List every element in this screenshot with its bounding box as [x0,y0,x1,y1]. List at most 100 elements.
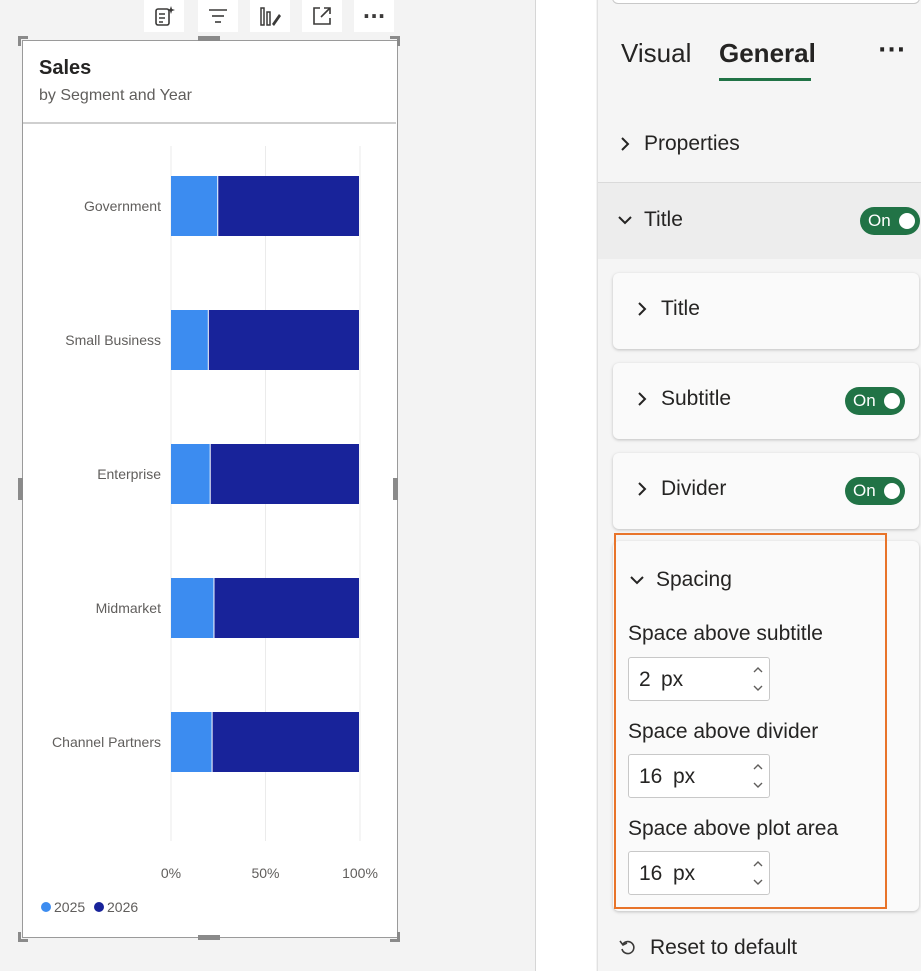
bar-segment [210,444,359,504]
x-tick-label: 100% [342,865,378,881]
space-above-subtitle-input[interactable]: 2 px [628,657,770,701]
title-section-label: Title [644,208,683,231]
chevron-right-icon [621,137,630,151]
toggle-knob [899,213,915,229]
spacing-card-header[interactable]: Spacing [628,568,732,592]
category-label: Channel Partners [52,734,161,750]
toggle-knob [884,483,900,499]
more-options-icon: ··· [878,38,907,63]
chevron-up-icon[interactable] [751,857,765,871]
search-box[interactable] [612,0,920,4]
filter-icon [209,9,227,23]
title-card-header[interactable]: Title [633,297,700,321]
tab-visual[interactable]: Visual [621,38,691,69]
chevron-down-icon[interactable] [751,681,765,695]
title-section-header[interactable]: Title [616,208,683,232]
input-value: 16 [639,765,663,788]
resize-corner-bottom-left[interactable] [18,932,28,942]
subtitle-card-header[interactable]: Subtitle [633,387,731,411]
tab-general[interactable]: General [719,38,816,69]
resize-corner-bottom-right[interactable] [390,932,400,942]
chart-legend: 2025 2026 [41,899,138,915]
bar-chart: Government Small Business Enterprise Midmar… [41,146,378,915]
bar-segment [218,176,359,236]
category-label: Midmarket [96,600,161,616]
chevron-right-icon [638,302,647,316]
category-label: Government [84,198,161,214]
format-visual-button[interactable] [250,0,290,32]
bar-segment [171,310,208,370]
legend-marker [94,902,104,912]
properties-label: Properties [644,132,740,155]
divider-card-label: Divider [661,477,727,500]
input-unit: px [673,862,696,885]
toggle-knob [884,393,900,409]
toggle-state-label: On [853,481,876,500]
toggle-state-label: On [853,391,876,410]
legend-label: 2025 [54,899,85,915]
more-options-icon: ··· [362,4,386,28]
resize-corner-top-right[interactable] [390,36,400,46]
resize-handle-bottom[interactable] [198,935,220,940]
divider-toggle[interactable]: On [845,477,905,505]
focus-mode-icon [313,7,331,25]
pane-more-options-button[interactable]: ··· [878,38,906,63]
subtitle-toggle[interactable]: On [845,387,905,415]
more-options-button[interactable]: ··· [354,0,394,32]
bar-segment [171,578,214,638]
chevron-down-icon[interactable] [751,778,765,792]
space-above-subtitle-label: Space above subtitle [628,622,823,645]
bar-segment [208,310,359,370]
properties-section-header[interactable]: Properties [616,132,740,156]
chevron-right-icon [638,482,647,496]
chevron-down-icon [618,216,632,225]
report-canvas: ··· Sales by Segment and Year Government… [0,0,536,971]
reset-to-default-button[interactable]: Reset to default [618,936,797,960]
bar-segment [212,712,359,772]
input-unit: px [661,668,684,691]
bar-segment [214,578,359,638]
title-card: Title [613,273,919,349]
subtitle-card: Subtitle On [613,363,919,439]
x-tick-label: 50% [251,865,279,881]
space-above-divider-input[interactable]: 16 px [628,754,770,798]
copilot-summary-icon [155,6,175,26]
chevron-down-icon[interactable] [751,875,765,889]
subtitle-card-label: Subtitle [661,387,732,410]
divider-card-header[interactable]: Divider [633,477,726,501]
legend-label: 2026 [107,899,138,915]
legend-marker [41,902,51,912]
space-above-plot-area-label: Space above plot area [628,817,839,840]
bar-chart-visual[interactable]: Sales by Segment and Year Government Smal… [22,40,398,938]
category-label: Enterprise [97,466,161,482]
divider-card: Divider On [613,453,919,529]
filter-button[interactable] [198,0,238,32]
copilot-summary-button[interactable] [144,0,184,32]
toggle-state-label: On [868,211,891,230]
resize-corner-top-left[interactable] [18,36,28,46]
active-tab-indicator [719,78,811,81]
pane-gutter [536,0,596,971]
resize-handle-top[interactable] [198,36,220,41]
input-unit: px [673,765,696,788]
title-toggle[interactable]: On [860,207,920,235]
chart-category-labels: Government Small Business Enterprise Midmar… [52,198,161,750]
format-visual-icon [260,7,281,26]
x-tick-label: 0% [161,865,181,881]
space-above-divider-label: Space above divider [628,720,819,743]
title-card-label: Title [661,297,700,320]
bar-segment [171,176,218,236]
input-value: 16 [639,862,663,885]
chevron-up-icon[interactable] [751,760,765,774]
chevron-up-icon[interactable] [751,663,765,677]
resize-handle-left[interactable] [18,478,23,500]
format-pane: Visual General ··· Properties Title On T… [597,0,921,971]
focus-mode-button[interactable] [302,0,342,32]
bar-segment [171,444,210,504]
title-section: Title On [598,183,921,259]
space-above-plot-area-input[interactable]: 16 px [628,851,770,895]
bar-segment [171,712,212,772]
category-label: Small Business [65,332,161,348]
resize-handle-right[interactable] [393,478,398,500]
reset-to-default-label: Reset to default [650,936,798,959]
